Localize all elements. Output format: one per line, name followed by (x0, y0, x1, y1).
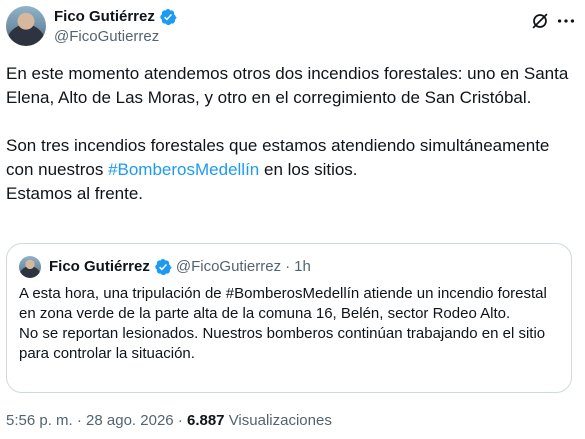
views-label: Visualizaciones (228, 412, 332, 429)
tweet-time[interactable]: 5:56 p. m. (6, 412, 73, 429)
tweet-paragraph: Estamos al frente. (6, 184, 144, 203)
author-name-row: Fico Gutiérrez (54, 8, 177, 26)
author-handle[interactable]: @FicoGutierrez (54, 28, 159, 46)
verified-badge-icon (160, 8, 177, 26)
quoted-tweet-card[interactable]: Fico Gutiérrez @FicoGutierrez · 1h A est… (6, 243, 572, 393)
hashtag-link[interactable]: #BomberosMedellín (108, 160, 259, 179)
quoted-author-name: Fico Gutiérrez (49, 258, 150, 275)
author-display-name[interactable]: Fico Gutiérrez (54, 8, 155, 26)
quoted-author-avatar (19, 256, 41, 278)
tweet-body: En este momento atendemos otros dos ince… (6, 62, 576, 206)
views-count: 6.887 (186, 412, 225, 429)
tweet-date[interactable]: 28 ago. 2026 (86, 412, 174, 429)
meta-separator: · (177, 412, 183, 429)
verified-badge-icon (155, 258, 172, 276)
tweet-text-segment: en los sitios. (259, 160, 358, 179)
tweet-header: Fico Gutiérrez @FicoGutierrez (6, 4, 579, 50)
quoted-tweet-body: A esta hora, una tripulación de #Bombero… (19, 284, 559, 364)
meta-separator: · (285, 258, 291, 275)
quoted-tweet-time: 1h (294, 258, 311, 275)
meta-separator: · (76, 412, 82, 429)
tweet-paragraph: En este momento atendemos otros dos ince… (6, 64, 569, 107)
quoted-tweet-paragraph: No se reportan lesionados. Nuestros bomb… (19, 325, 546, 362)
tweet-footer: 5:56 p. m. · 28 ago. 2026 · 6.887 Visual… (6, 411, 332, 431)
quoted-tweet-paragraph: A esta hora, una tripulación de #Bombero… (19, 285, 547, 322)
author-avatar[interactable] (6, 6, 46, 46)
more-dots-icon[interactable] (555, 10, 577, 32)
quoted-tweet-header: Fico Gutiérrez @FicoGutierrez · 1h (19, 256, 311, 278)
tweet-paragraph: Son tres incendios forestales que estamo… (6, 134, 576, 182)
quoted-author-handle: @FicoGutierrez (175, 258, 282, 275)
grok-slash-icon[interactable] (529, 10, 551, 32)
